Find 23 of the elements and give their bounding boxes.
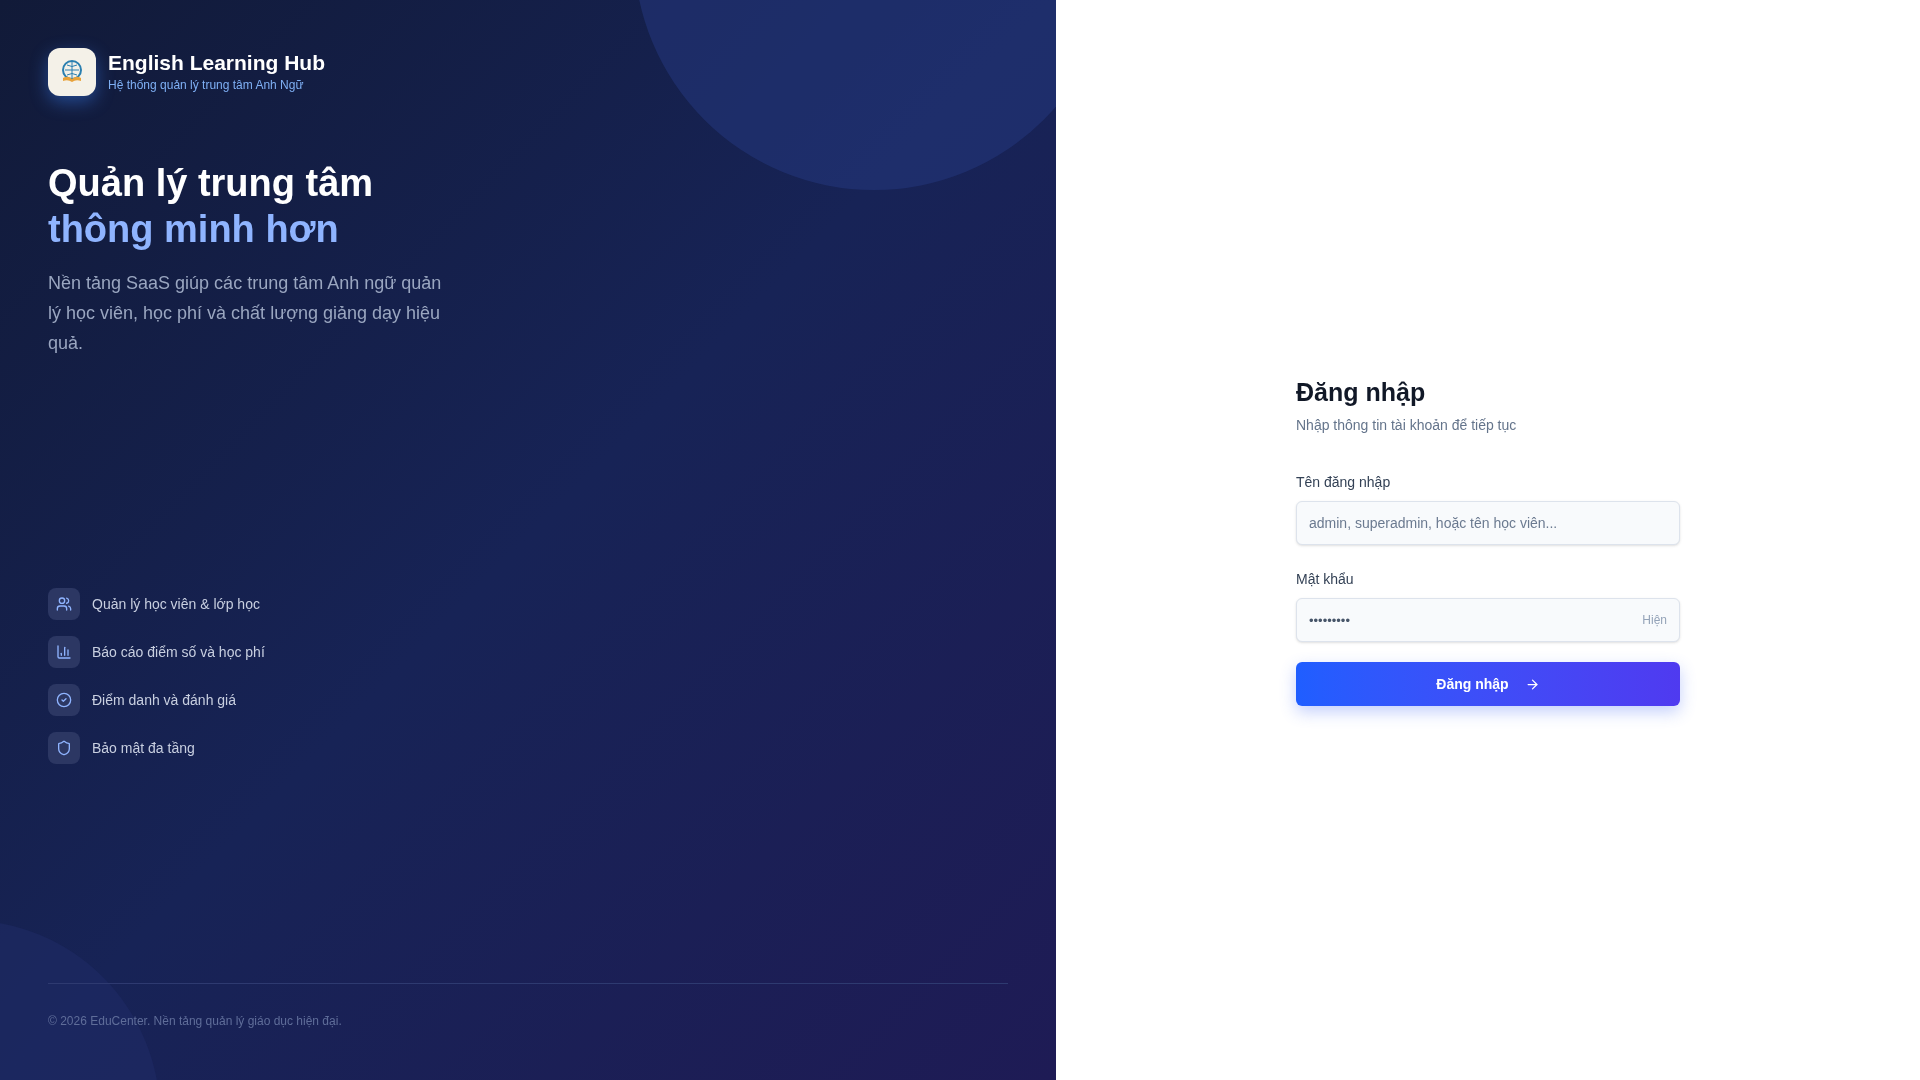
feature-label: Bảo mật đa tầng: [92, 738, 195, 758]
login-button[interactable]: Đăng nhập: [1296, 662, 1680, 707]
footer-text: © 2026 EduCenter. Nền tảng quản lý giáo dục hiện đại.: [48, 1014, 342, 1028]
login-title: Đăng nhập: [1296, 376, 1427, 408]
logo-icon: [48, 48, 96, 96]
hero-title: Quản lý trung tâm: [48, 161, 375, 206]
login-subtitle: Nhập thông tin tài khoản để tiếp tục: [1296, 416, 1518, 436]
feature-label: Quản lý học viên & lớp học: [92, 594, 260, 614]
shield-icon: [56, 740, 72, 756]
check-icon: [56, 692, 72, 708]
field-label: Tên đăng nhập: [1296, 473, 1392, 493]
hero-description: Nền tảng SaaS giúp các trung tâm Anh ngữ quản lý học viên, học phí và chất lượng giảng dạy hiệu quả.: [48, 272, 443, 355]
feature-label: Báo cáo điểm số và học phí: [92, 642, 265, 662]
chart-icon: [56, 644, 72, 660]
users-icon: [56, 596, 72, 612]
password-field[interactable]: ••••••••• Hiện: [1296, 598, 1680, 643]
brand-tagline: Hệ thống quản lý trung tâm Anh Ngữ: [108, 77, 305, 95]
username-field[interactable]: admin, superadmin, hoặc tên học viên...: [1296, 501, 1680, 546]
feature-label: Điểm danh và đánh giá: [92, 690, 236, 710]
hero-highlight: thông minh hơn: [48, 207, 340, 252]
brand-name: English Learning Hub: [108, 49, 325, 76]
field-label: Mật khẩu: [1296, 570, 1355, 590]
arrow-icon: [1524, 676, 1540, 692]
